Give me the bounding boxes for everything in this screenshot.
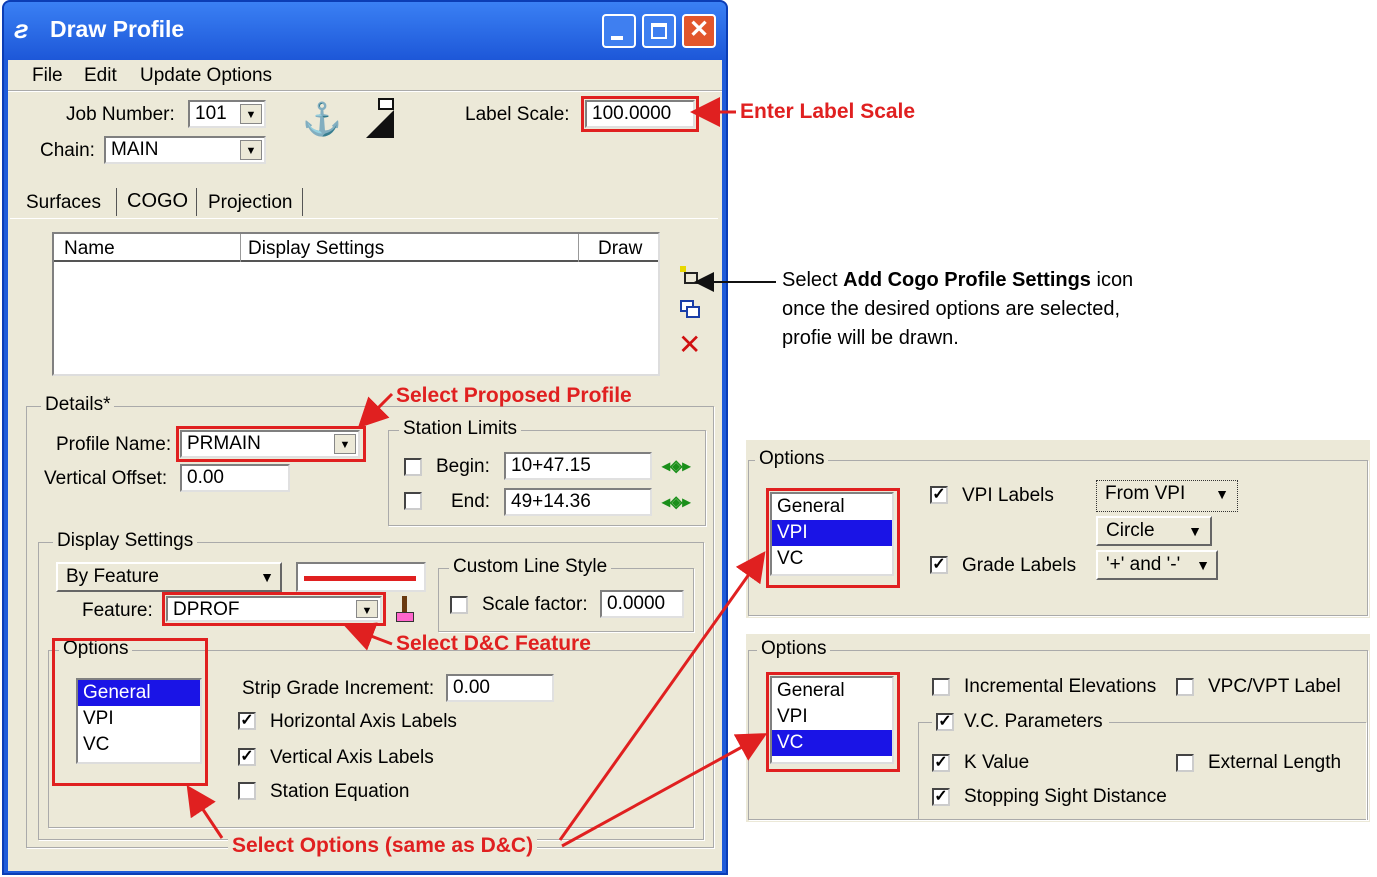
arrow-vc-panel bbox=[561, 733, 768, 848]
arrow-vpi-panel bbox=[558, 551, 766, 841]
arrow-dc-feature bbox=[344, 622, 393, 651]
arrow-proposed-profile bbox=[357, 392, 394, 429]
annotation-arrows bbox=[186, 97, 776, 848]
arrow-options-list bbox=[186, 785, 224, 839]
